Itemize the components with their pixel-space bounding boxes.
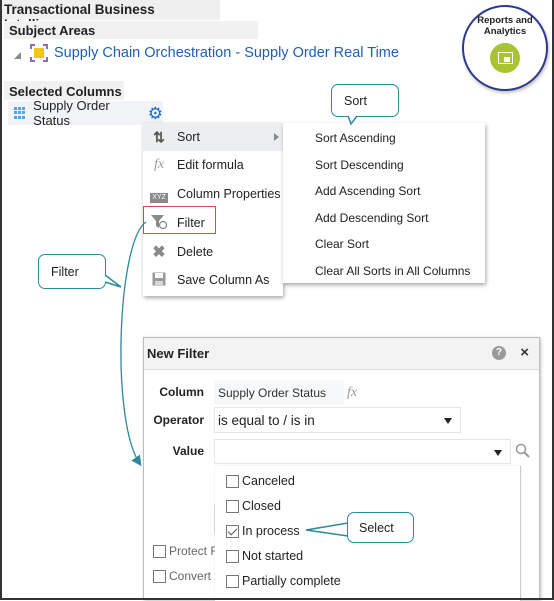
checkbox-checked[interactable] <box>226 524 239 538</box>
menu-item-column-properties[interactable]: XYZ Column Properties <box>143 180 283 208</box>
checkbox[interactable] <box>226 549 239 563</box>
filter-callout-tail <box>104 274 122 288</box>
expand-triangle-icon[interactable] <box>14 51 21 59</box>
convert-to-sql-checkbox[interactable]: Convert t <box>153 569 216 583</box>
value-option-canceled[interactable]: Canceled <box>226 474 295 488</box>
column-icon <box>14 106 26 120</box>
checkbox[interactable] <box>226 474 239 488</box>
checkbox-label: Protect F <box>169 544 216 558</box>
dialog-title: New Filter <box>147 346 210 361</box>
option-label: Not started <box>242 549 304 563</box>
sort-icon: ⇅ <box>153 128 165 145</box>
subject-area-icon <box>30 44 48 62</box>
app-title: Transactional Business Intelligence <box>2 0 220 32</box>
option-label: Canceled <box>242 474 295 488</box>
submenu-clear-all-sorts[interactable]: Clear All Sorts in All Columns <box>315 264 470 282</box>
callout-filter-text: Filter <box>51 264 79 279</box>
option-label: In process <box>242 524 300 538</box>
menu-item-label: Sort <box>177 130 200 144</box>
menu-item-label: Column Properties <box>177 187 281 201</box>
submenu-clear-sort[interactable]: Clear Sort <box>315 237 369 255</box>
sort-submenu: Sort Ascending Sort Descending Add Ascen… <box>283 123 485 283</box>
delete-icon: ✖ <box>152 244 166 261</box>
submenu-add-descending-sort[interactable]: Add Descending Sort <box>315 211 428 229</box>
menu-item-label: Save Column As <box>177 273 270 287</box>
checkbox[interactable] <box>226 574 239 588</box>
menu-item-edit-formula[interactable]: fx Edit formula <box>143 151 283 179</box>
checkbox-label: Convert t <box>169 569 216 583</box>
submenu-add-ascending-sort[interactable]: Add Ascending Sort <box>315 184 420 202</box>
reports-and-analytics-badge: Reports and Analytics <box>462 5 548 91</box>
protect-filter-checkbox[interactable]: Protect F <box>153 544 216 558</box>
column-field: Supply Order Status <box>214 380 344 404</box>
operator-value: is equal to / is in <box>218 413 315 428</box>
menu-item-sort[interactable]: ⇅ Sort <box>143 123 283 151</box>
value-option-closed[interactable]: Closed <box>226 499 281 513</box>
selected-column-label: Supply Order Status <box>33 98 110 128</box>
callout-sort: Sort <box>331 84 399 117</box>
checkbox[interactable] <box>153 569 166 583</box>
callout-sort-text: Sort <box>344 93 367 108</box>
fx-icon[interactable]: fx <box>347 385 357 401</box>
submenu-sort-ascending[interactable]: Sort Ascending <box>315 131 396 149</box>
menu-item-save-column-as[interactable]: Save Column As <box>143 266 283 294</box>
option-label: Closed <box>242 499 281 513</box>
selected-column-item[interactable]: Supply Order Status ⚙ <box>8 98 163 128</box>
column-context-menu: ⇅ Sort fx Edit formula XYZ Column Proper… <box>143 123 283 296</box>
help-icon[interactable]: ? <box>492 346 506 360</box>
filter-highlight-box <box>143 206 216 234</box>
option-label: Partially complete <box>242 574 341 588</box>
callout-select: Select <box>347 512 414 543</box>
checkbox[interactable] <box>226 499 239 513</box>
menu-item-label: Edit formula <box>177 158 244 172</box>
column-label: Column <box>159 385 204 399</box>
value-option-in-process[interactable]: In process <box>226 524 300 538</box>
chevron-down-icon <box>444 418 452 424</box>
checkbox[interactable] <box>153 544 166 558</box>
badge-label: Reports and Analytics <box>477 15 533 37</box>
column-properties-icon: XYZ <box>150 192 168 203</box>
subject-areas-header: Subject Areas <box>4 21 258 39</box>
value-option-not-started[interactable]: Not started <box>226 549 303 563</box>
chevron-down-icon <box>494 450 502 456</box>
dialog-header: New Filter ? × <box>144 338 539 370</box>
operator-select[interactable]: is equal to / is in <box>214 407 461 433</box>
value-label: Value <box>172 444 204 458</box>
operator-label: Operator <box>153 413 204 427</box>
subject-area-link[interactable]: Supply Chain Orchestration - Supply Orde… <box>54 45 399 61</box>
subject-area-item[interactable]: Supply Chain Orchestration - Supply Orde… <box>14 42 399 64</box>
save-icon <box>149 272 169 289</box>
close-icon[interactable]: × <box>520 344 529 361</box>
new-filter-dialog: New Filter ? × Column Supply Order Statu… <box>143 337 540 601</box>
callout-filter: Filter <box>38 254 106 289</box>
submenu-sort-descending[interactable]: Sort Descending <box>315 158 404 176</box>
gear-icon[interactable]: ⚙ <box>148 105 163 122</box>
menu-item-label: Delete <box>177 245 214 259</box>
submenu-arrow-icon <box>274 133 279 141</box>
search-icon[interactable] <box>515 443 531 459</box>
reports-icon <box>490 43 520 73</box>
fx-icon: fx <box>153 157 165 172</box>
value-option-partially-complete[interactable]: Partially complete <box>226 574 341 588</box>
value-select[interactable] <box>214 439 511 464</box>
callout-select-text: Select <box>359 520 394 535</box>
menu-item-delete[interactable]: ✖ Delete <box>143 238 283 266</box>
